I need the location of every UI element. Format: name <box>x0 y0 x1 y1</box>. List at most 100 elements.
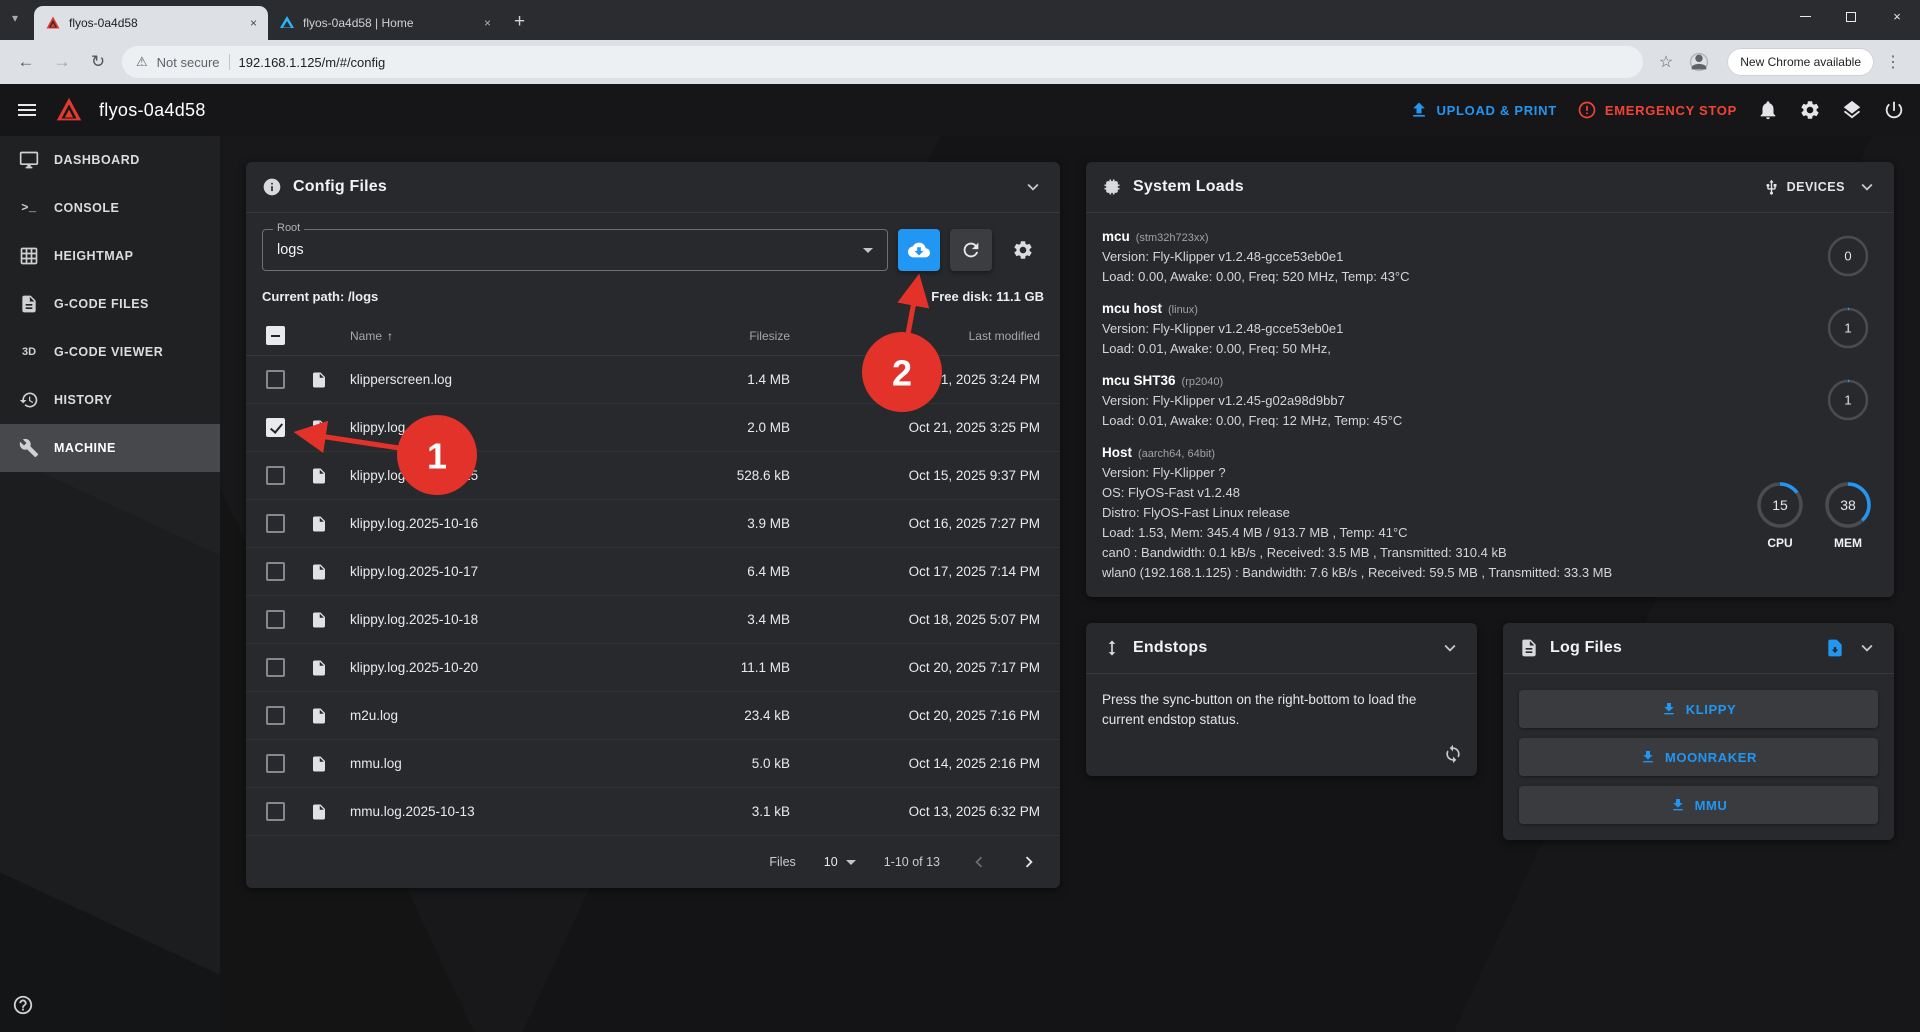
table-row[interactable]: mmu.log.2025-10-13 3.1 kB Oct 13, 2025 6… <box>246 788 1060 836</box>
next-page-button[interactable] <box>1018 851 1040 873</box>
sidebar-item-machine[interactable]: MACHINE <box>0 424 220 472</box>
collapse-chevron-icon[interactable] <box>1856 637 1878 659</box>
browser-menu-icon[interactable]: ⋮ <box>1885 52 1901 72</box>
table-row[interactable]: klipperscreen.log 1.4 MB Oct 21, 2025 3:… <box>246 356 1060 404</box>
endstop-icon <box>1102 638 1122 658</box>
table-row[interactable]: m2u.log 23.4 kB Oct 20, 2025 7:16 PM <box>246 692 1060 740</box>
select-all-checkbox[interactable] <box>266 326 285 345</box>
row-checkbox[interactable] <box>266 562 285 581</box>
table-row[interactable]: klippy.log.2025-10-16 3.9 MB Oct 16, 202… <box>246 500 1060 548</box>
sidebar-item-gcode-files[interactable]: G-CODE FILES <box>0 280 220 328</box>
not-secure-warning-icon[interactable]: ⚠ <box>136 54 148 70</box>
sync-icon <box>1443 744 1463 764</box>
mcu-host-load-gauge: 1 <box>1825 305 1871 351</box>
file-size: 528.6 kB <box>620 468 790 483</box>
new-tab-button[interactable]: + <box>514 11 525 33</box>
chrome-update-chip[interactable]: New Chrome available <box>1727 48 1874 76</box>
help-icon[interactable] <box>12 994 34 1016</box>
upload-and-print-button[interactable]: UPLOAD & PRINT <box>1409 100 1557 120</box>
mcu-chip: (linux) <box>1168 304 1198 316</box>
collapse-chevron-icon[interactable] <box>1022 176 1044 198</box>
path-row: Current path: /logs Free disk: 11.1 GB <box>246 287 1060 316</box>
column-filesize[interactable]: Filesize <box>620 329 790 343</box>
host-name: Host <box>1102 445 1132 460</box>
tab-close-icon[interactable]: × <box>481 16 494 30</box>
row-checkbox[interactable] <box>266 610 285 629</box>
notifications-bell-icon[interactable] <box>1757 99 1779 121</box>
sync-button[interactable] <box>1443 744 1463 764</box>
files-settings-button[interactable] <box>1002 229 1044 271</box>
system-loads-card: System Loads DEVICES mcu(stm32h723xx) Ve… <box>1086 162 1894 597</box>
browser-tab-active[interactable]: flyos-0a4d58 × <box>34 6 268 40</box>
browser-tab-inactive[interactable]: flyos-0a4d58 | Home × <box>268 6 502 40</box>
file-name: klipperscreen.log <box>350 372 620 387</box>
log-download-button[interactable]: MOONRAKER <box>1519 738 1878 776</box>
window-minimize-button[interactable] <box>1782 0 1828 33</box>
sidebar-item-gcode-viewer[interactable]: 3D G-CODE VIEWER <box>0 328 220 376</box>
sidebar-item-history[interactable]: HISTORY <box>0 376 220 424</box>
sidebar-item-dashboard[interactable]: DASHBOARD <box>0 136 220 184</box>
tab-close-icon[interactable]: × <box>247 16 260 30</box>
table-row[interactable]: klippy.log.2025-10-18 3.4 MB Oct 18, 202… <box>246 596 1060 644</box>
sidebar-label: DASHBOARD <box>54 153 140 167</box>
row-checkbox[interactable] <box>266 802 285 821</box>
mcu-host-entry: mcu host(linux) Version: Fly-Klipper v1.… <box>1086 291 1894 363</box>
sort-ascending-icon: ↑ <box>387 329 393 343</box>
row-checkbox[interactable] <box>266 418 285 437</box>
address-bar[interactable]: ⚠ Not secure 192.168.1.125/m/#/config <box>122 46 1643 78</box>
row-checkbox[interactable] <box>266 466 285 485</box>
refresh-button[interactable] <box>950 229 992 271</box>
back-button[interactable]: ← <box>10 46 42 78</box>
power-icon[interactable] <box>1883 99 1905 121</box>
log-download-button[interactable]: KLIPPY <box>1519 690 1878 728</box>
table-footer: Files 10 1-10 of 13 <box>246 836 1060 888</box>
row-checkbox[interactable] <box>266 370 285 389</box>
devices-button[interactable]: DEVICES <box>1763 179 1845 196</box>
emergency-stop-button[interactable]: EMERGENCY STOP <box>1577 100 1737 120</box>
tab-search-chevron-icon[interactable]: ▾ <box>12 11 18 25</box>
3d-icon: 3D <box>19 342 39 362</box>
svg-text:15: 15 <box>1772 497 1788 513</box>
page-size-select[interactable]: 10 <box>824 855 856 869</box>
sidebar-item-console[interactable]: >_ CONSOLE <box>0 184 220 232</box>
layers-icon[interactable] <box>1841 99 1863 121</box>
collapse-chevron-icon[interactable] <box>1439 637 1461 659</box>
window-close-button[interactable]: × <box>1874 0 1920 33</box>
forward-button[interactable]: → <box>46 46 78 78</box>
root-select[interactable]: Root logs <box>262 229 888 271</box>
collapse-chevron-icon[interactable] <box>1856 176 1878 198</box>
bookmark-star-icon[interactable]: ☆ <box>1659 52 1673 72</box>
row-checkbox[interactable] <box>266 754 285 773</box>
table-row[interactable]: klippy.log.2025-10-17 6.4 MB Oct 17, 202… <box>246 548 1060 596</box>
settings-gear-icon[interactable] <box>1799 99 1821 121</box>
reload-button[interactable]: ↻ <box>82 46 114 78</box>
row-checkbox[interactable] <box>266 514 285 533</box>
app-title: flyos-0a4d58 <box>99 100 206 121</box>
hamburger-menu-icon[interactable] <box>15 98 39 122</box>
column-name[interactable]: Name ↑ <box>350 329 620 343</box>
table-row[interactable]: mmu.log 5.0 kB Oct 14, 2025 2:16 PM <box>246 740 1060 788</box>
row-checkbox[interactable] <box>266 706 285 725</box>
chevron-down-icon <box>863 248 873 253</box>
table-row[interactable]: klippy.log.2025-10-15 528.6 kB Oct 15, 2… <box>246 452 1060 500</box>
row-checkbox[interactable] <box>266 658 285 677</box>
previous-page-button[interactable] <box>968 851 990 873</box>
log-button-label: KLIPPY <box>1686 702 1737 717</box>
window-maximize-button[interactable] <box>1828 0 1874 33</box>
mcu-name: mcu <box>1102 229 1130 244</box>
file-size: 6.4 MB <box>620 564 790 579</box>
profile-avatar-icon[interactable] <box>1685 48 1713 76</box>
file-modified: Oct 18, 2025 5:07 PM <box>790 612 1040 627</box>
file-icon <box>310 563 350 581</box>
sidebar-label: HEIGHTMAP <box>54 249 134 263</box>
table-row[interactable]: klippy.log 2.0 MB Oct 21, 2025 3:25 PM <box>246 404 1060 452</box>
log-download-button[interactable]: MMU <box>1519 786 1878 824</box>
column-modified[interactable]: Last modified <box>790 329 1040 343</box>
endstops-header: Endstops <box>1086 623 1477 674</box>
download-all-logs-button[interactable] <box>1825 638 1845 658</box>
sidebar-item-heightmap[interactable]: HEIGHTMAP <box>0 232 220 280</box>
download-icon <box>1640 749 1656 765</box>
download-logs-button[interactable] <box>898 229 940 271</box>
wrench-icon <box>19 438 39 458</box>
table-row[interactable]: klippy.log.2025-10-20 11.1 MB Oct 20, 20… <box>246 644 1060 692</box>
